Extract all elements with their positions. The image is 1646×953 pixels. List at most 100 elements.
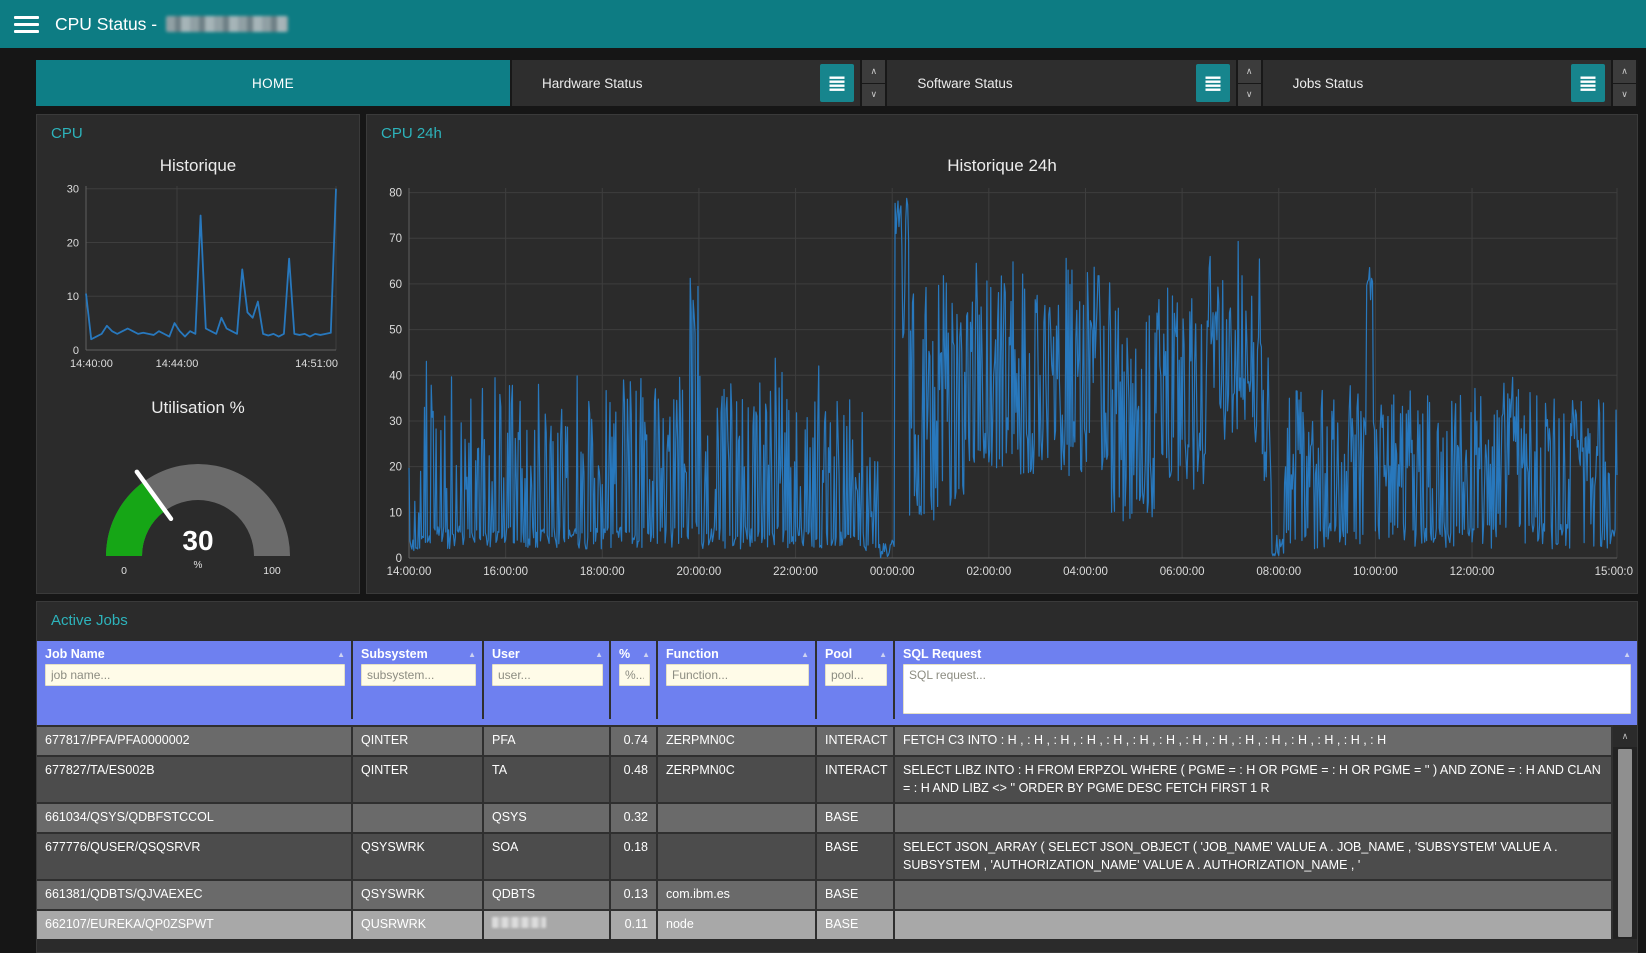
- table-scrollbar[interactable]: ∧: [1611, 725, 1637, 939]
- redacted-hostname: [166, 16, 288, 32]
- tick-label: 14:44:00: [156, 358, 199, 370]
- table-row[interactable]: 662107/EUREKA/QP0ZSPWTQUSRWRK0.11nodeBAS…: [37, 909, 1611, 939]
- tick-label: 20:00:00: [677, 566, 722, 578]
- tab-hardware-status[interactable]: Hardware Status: [512, 60, 862, 106]
- cpu-history-chart: 010203014:40:0014:44:0014:51:00: [48, 178, 348, 376]
- cpu-24h-panel: CPU 24h Historique 24h 01020304050607080…: [366, 114, 1638, 594]
- sort-icon-user[interactable]: ▲: [595, 650, 603, 659]
- page-title: CPU Status -: [55, 14, 288, 35]
- cell-pool: BASE: [817, 911, 895, 939]
- col-header-top-sql: SQL Request ▲: [903, 644, 1631, 664]
- tab-scroll-up-button[interactable]: ∧: [1238, 60, 1261, 84]
- cpu-panel: CPU Historique 010203014:40:0014:44:0014…: [36, 114, 360, 594]
- cell-user: QDBTS: [484, 881, 611, 909]
- cell-function: ZERPMN0C: [658, 727, 817, 755]
- col-label-pct: %: [619, 647, 630, 661]
- col-label-subsystem: Subsystem: [361, 647, 428, 661]
- col-header-top-pct: %▲: [619, 644, 650, 664]
- col-header-top-subsystem: Subsystem ▲: [361, 644, 476, 664]
- col-header-user[interactable]: User▲: [484, 641, 611, 719]
- gauge-min-label: 0: [121, 565, 127, 577]
- tab-jobs-status[interactable]: Jobs Status: [1263, 60, 1613, 106]
- tick-label: 70: [389, 233, 402, 245]
- pct-filter-input[interactable]: [619, 664, 650, 686]
- cell-subsystem: QUSRWRK: [353, 911, 484, 939]
- col-header-pool[interactable]: Pool▲: [817, 641, 895, 719]
- table-row[interactable]: 677817/PFA/PFA0000002QINTERPFA0.74ZERPMN…: [37, 725, 1611, 755]
- subsystem-filter-input[interactable]: [361, 664, 476, 686]
- tick-label: 04:00:00: [1063, 566, 1108, 578]
- user-filter-input[interactable]: [492, 664, 603, 686]
- tab-scroll-up-button[interactable]: ∧: [862, 60, 885, 84]
- col-header-sql[interactable]: SQL Request ▲: [895, 641, 1637, 719]
- cpu-utilisation-gauge: 30%0100: [78, 428, 318, 580]
- table-row[interactable]: 677827/TA/ES002BQINTERTA0.48ZERPMN0CINTE…: [37, 755, 1611, 802]
- cell-subsystem: [353, 804, 484, 832]
- cpu-status-dashboard: CPU Status - HOMEHardware Status∧∨Softwa…: [0, 0, 1646, 953]
- sort-icon-sql[interactable]: ▲: [1623, 650, 1631, 659]
- tick-label: 40: [389, 370, 402, 382]
- tab-scroll-spinner: ∧∨: [862, 60, 887, 106]
- sort-icon-job_name[interactable]: ▲: [337, 650, 345, 659]
- cell-pct: 0.18: [611, 834, 658, 879]
- jobs-table-body: 677817/PFA/PFA0000002QINTERPFA0.74ZERPMN…: [37, 725, 1637, 939]
- tab-scroll-down-button[interactable]: ∨: [1238, 84, 1261, 107]
- sql-filter-input[interactable]: [903, 664, 1631, 714]
- charts-row: CPU Historique 010203014:40:0014:44:0014…: [36, 114, 1638, 594]
- tab-scroll-down-button[interactable]: ∨: [1613, 84, 1636, 107]
- active-jobs-title: Active Jobs: [51, 612, 1637, 629]
- cell-sql: FETCH C3 INTO : H , : H , : H , : H , : …: [895, 727, 1611, 755]
- pool-filter-input[interactable]: [825, 664, 887, 686]
- cell-function: com.ibm.es: [658, 881, 817, 909]
- table-row[interactable]: 661034/QSYS/QDBFSTCCOLQSYS0.32BASE: [37, 802, 1611, 832]
- tick-label: 14:00:00: [387, 566, 432, 578]
- function-filter-input[interactable]: [666, 664, 809, 686]
- cpu-gauge-title: Utilisation %: [37, 398, 359, 418]
- cell-pool: BASE: [817, 881, 895, 909]
- col-header-subsystem[interactable]: Subsystem ▲: [353, 641, 484, 719]
- cell-pool: BASE: [817, 804, 895, 832]
- sort-icon-function[interactable]: ▲: [801, 650, 809, 659]
- tab-label: HOME: [252, 76, 294, 91]
- tab-label: Hardware Status: [542, 76, 810, 91]
- col-header-function[interactable]: Function▲: [658, 641, 817, 719]
- tab-scroll-spinner: ∧∨: [1238, 60, 1263, 106]
- tab-scroll-spinner: ∧∨: [1613, 60, 1638, 106]
- job_name-filter-input[interactable]: [45, 664, 345, 686]
- cell-job_name: 677827/TA/ES002B: [37, 757, 353, 802]
- software-status-list-icon-button[interactable]: [1196, 64, 1230, 102]
- menu-icon[interactable]: [14, 16, 39, 33]
- table-scrollbar-thumb[interactable]: [1618, 749, 1632, 937]
- cell-user: QSYS: [484, 804, 611, 832]
- tab-home[interactable]: HOME: [36, 60, 512, 106]
- tab-scroll-up-button[interactable]: ∧: [1613, 60, 1636, 84]
- sort-icon-subsystem[interactable]: ▲: [468, 650, 476, 659]
- tick-label: 02:00:00: [966, 566, 1011, 578]
- table-scroll-up-button[interactable]: ∧: [1613, 725, 1637, 747]
- tick-label: 18:00:00: [580, 566, 625, 578]
- gauge-max-label: 100: [263, 565, 281, 577]
- sort-icon-pool[interactable]: ▲: [879, 650, 887, 659]
- sort-icon-pct[interactable]: ▲: [642, 650, 650, 659]
- col-header-top-pool: Pool▲: [825, 644, 887, 664]
- cell-pool: INTERACT: [817, 727, 895, 755]
- cell-subsystem: QSYSWRK: [353, 834, 484, 879]
- tick-label: 80: [389, 188, 402, 200]
- active-jobs-table: Job Name▲Subsystem▲User▲%▲Function▲Pool▲…: [37, 641, 1637, 939]
- jobs-status-list-icon-button[interactable]: [1571, 64, 1605, 102]
- tick-label: 0: [396, 553, 402, 565]
- list-icon: [1204, 75, 1222, 91]
- cell-pct: 0.13: [611, 881, 658, 909]
- tab-software-status[interactable]: Software Status: [887, 60, 1237, 106]
- cell-job_name: 662107/EUREKA/QP0ZSPWT: [37, 911, 353, 939]
- tab-scroll-down-button[interactable]: ∨: [862, 84, 885, 107]
- tick-label: 30: [67, 184, 79, 196]
- table-row[interactable]: 677776/QUSER/QSQSRVRQSYSWRKSOA0.18BASESE…: [37, 832, 1611, 879]
- col-header-pct[interactable]: %▲: [611, 641, 658, 719]
- table-row[interactable]: 661381/QDBTS/QJVAEXECQSYSWRKQDBTS0.13com…: [37, 879, 1611, 909]
- col-header-job_name[interactable]: Job Name▲: [37, 641, 353, 719]
- jobs-table-rows: 677817/PFA/PFA0000002QINTERPFA0.74ZERPMN…: [37, 725, 1611, 939]
- col-label-sql: SQL Request: [903, 647, 981, 661]
- tab-label: Software Status: [917, 76, 1185, 91]
- hardware-status-list-icon-button[interactable]: [820, 64, 854, 102]
